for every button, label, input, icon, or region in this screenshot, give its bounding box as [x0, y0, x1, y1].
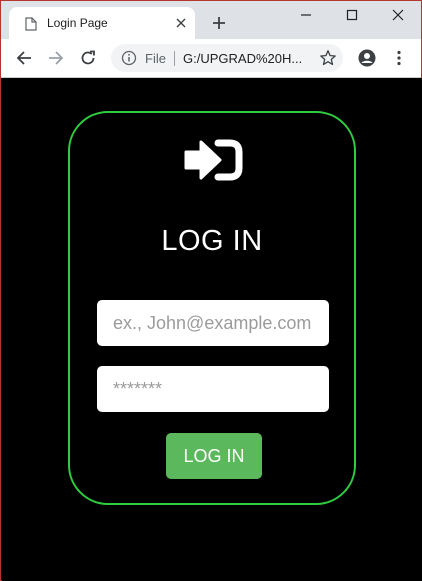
info-icon[interactable] [121, 50, 137, 66]
minimize-button[interactable] [283, 1, 329, 29]
new-tab-button[interactable] [209, 13, 229, 33]
tab-title: Login Page [47, 16, 108, 30]
reload-button[interactable] [77, 47, 99, 69]
page-content: LOG IN LOG IN [2, 78, 422, 581]
address-bar[interactable]: File G:/UPGRAD%20H... [111, 44, 343, 72]
close-icon [176, 18, 186, 28]
login-card: LOG IN LOG IN [68, 111, 356, 505]
url-text[interactable]: G:/UPGRAD%20H... [183, 51, 315, 66]
back-arrow-icon [16, 51, 31, 65]
browser-toolbar: File G:/UPGRAD%20H... [1, 39, 421, 78]
omnibox-divider [174, 51, 175, 66]
profile-button[interactable] [356, 47, 378, 69]
password-field[interactable] [97, 366, 329, 412]
tab-close-button[interactable] [173, 15, 189, 31]
page-icon [25, 17, 37, 31]
star-icon[interactable] [319, 49, 337, 67]
maximize-icon [346, 9, 358, 21]
reload-icon [81, 50, 95, 65]
sign-in-icon [184, 139, 243, 181]
browser-window: Login Page File G:/UPGRAD%20H... LOG IN … [0, 0, 422, 581]
close-window-button[interactable] [375, 1, 421, 29]
plus-icon [213, 17, 225, 29]
back-button[interactable] [13, 47, 35, 69]
kebab-menu-icon [397, 50, 401, 66]
scheme-label: File [145, 51, 166, 66]
tab-login-page[interactable]: Login Page [9, 7, 195, 39]
tab-strip: Login Page [1, 1, 421, 39]
account-icon [358, 49, 376, 67]
maximize-button[interactable] [329, 1, 375, 29]
minimize-icon [301, 14, 311, 16]
menu-button[interactable] [388, 47, 410, 69]
email-field[interactable] [97, 300, 329, 346]
forward-button[interactable] [45, 47, 67, 69]
close-icon [392, 9, 404, 21]
login-button[interactable]: LOG IN [166, 433, 262, 479]
login-title: LOG IN [161, 225, 263, 257]
forward-arrow-icon [49, 51, 64, 65]
